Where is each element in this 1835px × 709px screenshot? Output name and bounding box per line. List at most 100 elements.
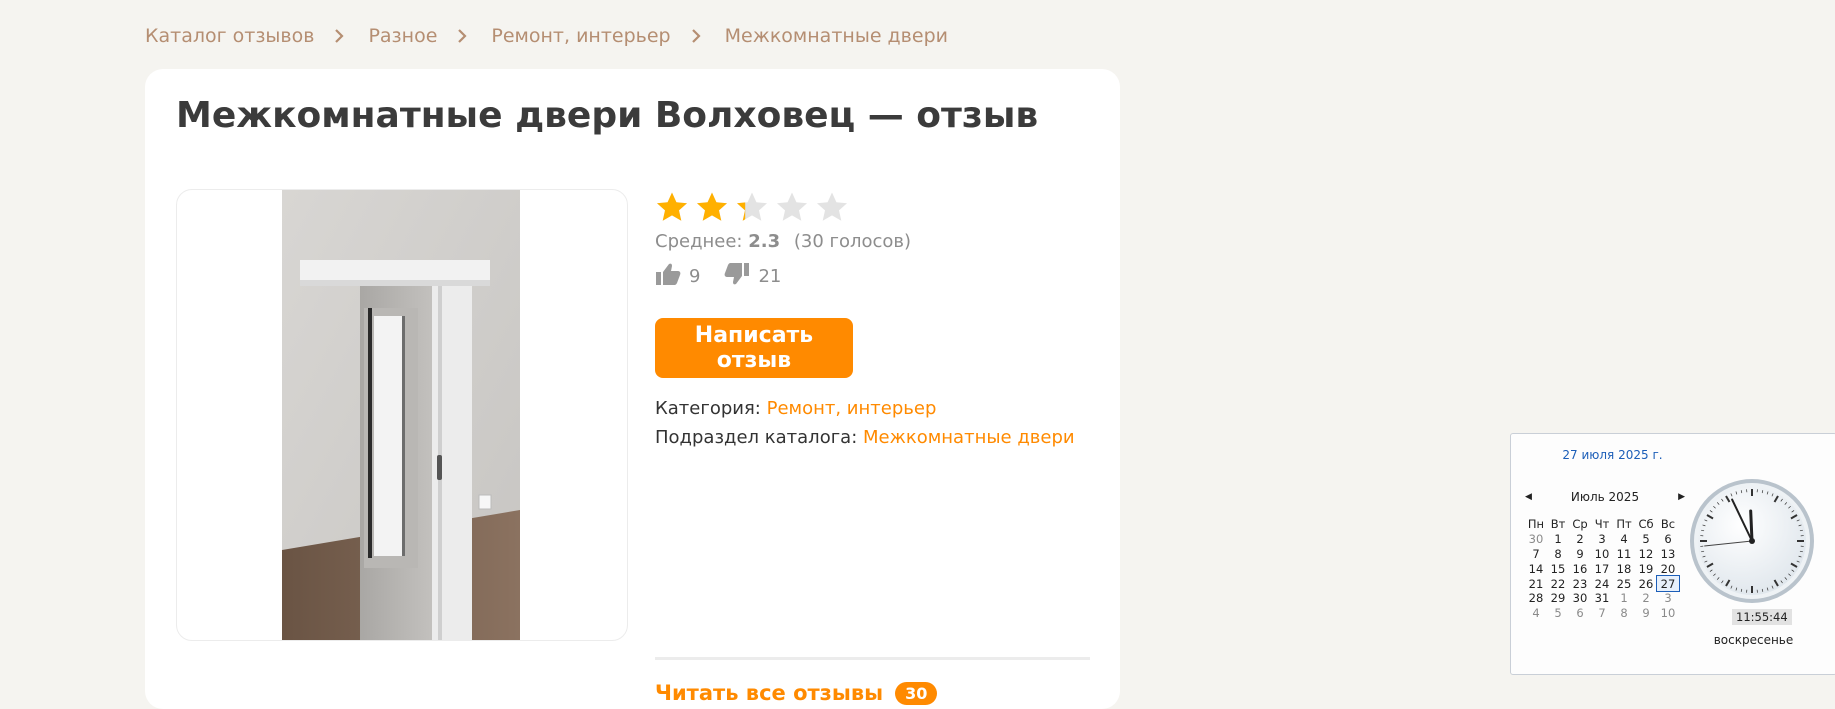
calendar-day[interactable]: 5	[1635, 532, 1657, 547]
calendar-day[interactable]: 8	[1613, 606, 1635, 621]
weekday-label: Чт	[1591, 517, 1613, 532]
calendar-day[interactable]: 26	[1635, 576, 1657, 591]
weekday-label: Пн	[1525, 517, 1547, 532]
calendar-day[interactable]: 25	[1613, 576, 1635, 591]
calendar-day[interactable]: 30	[1569, 591, 1591, 606]
breadcrumb-repair[interactable]: Ремонт, интерьер	[491, 25, 670, 47]
breadcrumb-misc[interactable]: Разное	[368, 25, 437, 47]
calendar-day[interactable]: 28	[1525, 591, 1547, 606]
product-photo[interactable]	[176, 189, 628, 641]
calendar-day[interactable]: 11	[1613, 547, 1635, 562]
calendar-day[interactable]: 7	[1591, 606, 1613, 621]
star-icon[interactable]	[815, 191, 849, 223]
calendar-day[interactable]: 16	[1569, 561, 1591, 576]
chevron-right-icon	[691, 30, 703, 42]
divider	[655, 657, 1090, 660]
calendar-day[interactable]: 22	[1547, 576, 1569, 591]
breadcrumb-doors[interactable]: Межкомнатные двери	[725, 25, 948, 47]
star-icon[interactable]	[655, 191, 689, 223]
category-link[interactable]: Ремонт, интерьер	[767, 398, 937, 419]
weekday-label: Вт	[1547, 517, 1569, 532]
calendar-day[interactable]: 21	[1525, 576, 1547, 591]
dislike-button[interactable]: 21	[724, 262, 781, 291]
star-icon[interactable]	[775, 191, 809, 223]
calendar-day[interactable]: 3	[1591, 532, 1613, 547]
rating-stars[interactable]	[655, 187, 1090, 227]
calendar-day[interactable]: 7	[1525, 547, 1547, 562]
door-photo-image	[282, 190, 520, 640]
reviews-count-badge: 30	[895, 682, 937, 705]
calendar-day[interactable]: 1	[1547, 532, 1569, 547]
star-icon[interactable]	[735, 191, 769, 223]
calendar-day[interactable]: 2	[1569, 532, 1591, 547]
product-meta: Категория: Ремонт, интерьер Подраздел ка…	[655, 394, 1075, 452]
like-button[interactable]: 9	[655, 262, 700, 291]
calendar-day[interactable]: 6	[1569, 606, 1591, 621]
breadcrumb-catalog[interactable]: Каталог отзывов	[145, 25, 314, 47]
calendar-day[interactable]: 8	[1547, 547, 1569, 562]
calendar-day[interactable]: 3	[1657, 591, 1679, 606]
calendar-date-title[interactable]: 27 июля 2025 г.	[1511, 448, 1714, 462]
analog-clock-icon	[1688, 477, 1816, 605]
calendar-day[interactable]: 29	[1547, 591, 1569, 606]
calendar-day[interactable]: 18	[1613, 561, 1635, 576]
calendar-month-label[interactable]: Июль 2025	[1571, 490, 1639, 504]
calendar-day[interactable]: 1	[1613, 591, 1635, 606]
average-label: Среднее:	[655, 231, 743, 252]
calendar-day[interactable]: 17	[1591, 561, 1613, 576]
calendar-day[interactable]: 23	[1569, 576, 1591, 591]
calendar-day[interactable]: 24	[1591, 576, 1613, 591]
clock-time: 11:55:44	[1732, 609, 1792, 625]
calendar-day[interactable]: 20	[1657, 561, 1679, 576]
calendar-day[interactable]: 9	[1569, 547, 1591, 562]
calendar-day[interactable]: 10	[1657, 606, 1679, 621]
calendar-day[interactable]: 31	[1591, 591, 1613, 606]
calendar-day[interactable]: 2	[1635, 591, 1657, 606]
calendar-day[interactable]: 4	[1525, 606, 1547, 621]
calendar-month-nav: ◀ Июль 2025 ▶	[1525, 490, 1685, 504]
votes-count: (30 голосов)	[794, 231, 911, 252]
next-month-icon[interactable]: ▶	[1678, 492, 1685, 502]
likes-count: 9	[689, 266, 700, 287]
product-card: Межкомнатные двери Волховец — отзыв	[145, 69, 1120, 709]
calendar-day[interactable]: 9	[1635, 606, 1657, 621]
calendar-grid: ПнВтСрЧтПтСбВс 3012345678910111213141516…	[1525, 517, 1679, 621]
dislikes-count: 21	[758, 266, 781, 287]
weekday-label: Ср	[1569, 517, 1591, 532]
calendar-day[interactable]: 30	[1525, 532, 1547, 547]
clock-calendar-widget: 27 июля 2025 г. ◀ Июль 2025 ▶ ПнВтСрЧтПт…	[1510, 433, 1835, 675]
read-all-label: Читать все отзывы	[655, 681, 883, 705]
prev-month-icon[interactable]: ◀	[1525, 492, 1532, 502]
calendar-day[interactable]: 13	[1657, 547, 1679, 562]
average-rating: Среднее: 2.3 (30 голосов)	[655, 231, 1090, 252]
write-review-button[interactable]: Написать отзыв	[655, 318, 853, 378]
weekday-label: Вс	[1657, 517, 1679, 532]
calendar-day[interactable]: 15	[1547, 561, 1569, 576]
page-title: Межкомнатные двери Волховец — отзыв	[176, 95, 1038, 136]
category-label: Категория:	[655, 398, 761, 419]
thumbs-down-icon	[724, 262, 750, 291]
read-all-reviews-link[interactable]: Читать все отзывы 30	[655, 681, 937, 705]
subsection-link[interactable]: Межкомнатные двери	[863, 427, 1075, 448]
weekday-label: Сб	[1635, 517, 1657, 532]
thumbs-up-icon	[655, 262, 681, 291]
calendar-day[interactable]: 12	[1635, 547, 1657, 562]
star-icon[interactable]	[695, 191, 729, 223]
votes-row: 9 21	[655, 262, 1090, 291]
subsection-label: Подраздел каталога:	[655, 427, 857, 448]
clock-day-name: воскресенье	[1691, 633, 1816, 647]
average-value: 2.3	[748, 231, 780, 252]
calendar-day[interactable]: 19	[1635, 561, 1657, 576]
chevron-right-icon	[334, 30, 346, 42]
calendar-day[interactable]: 6	[1657, 532, 1679, 547]
weekday-label: Пт	[1613, 517, 1635, 532]
chevron-right-icon	[457, 30, 469, 42]
calendar-day[interactable]: 5	[1547, 606, 1569, 621]
breadcrumb: Каталог отзывов Разное Ремонт, интерьер …	[145, 22, 948, 50]
category-row: Категория: Ремонт, интерьер	[655, 394, 1075, 423]
calendar-day[interactable]: 14	[1525, 561, 1547, 576]
calendar-day[interactable]: 27	[1657, 576, 1679, 591]
calendar-day[interactable]: 10	[1591, 547, 1613, 562]
subsection-row: Подраздел каталога: Межкомнатные двери	[655, 423, 1075, 452]
calendar-day[interactable]: 4	[1613, 532, 1635, 547]
